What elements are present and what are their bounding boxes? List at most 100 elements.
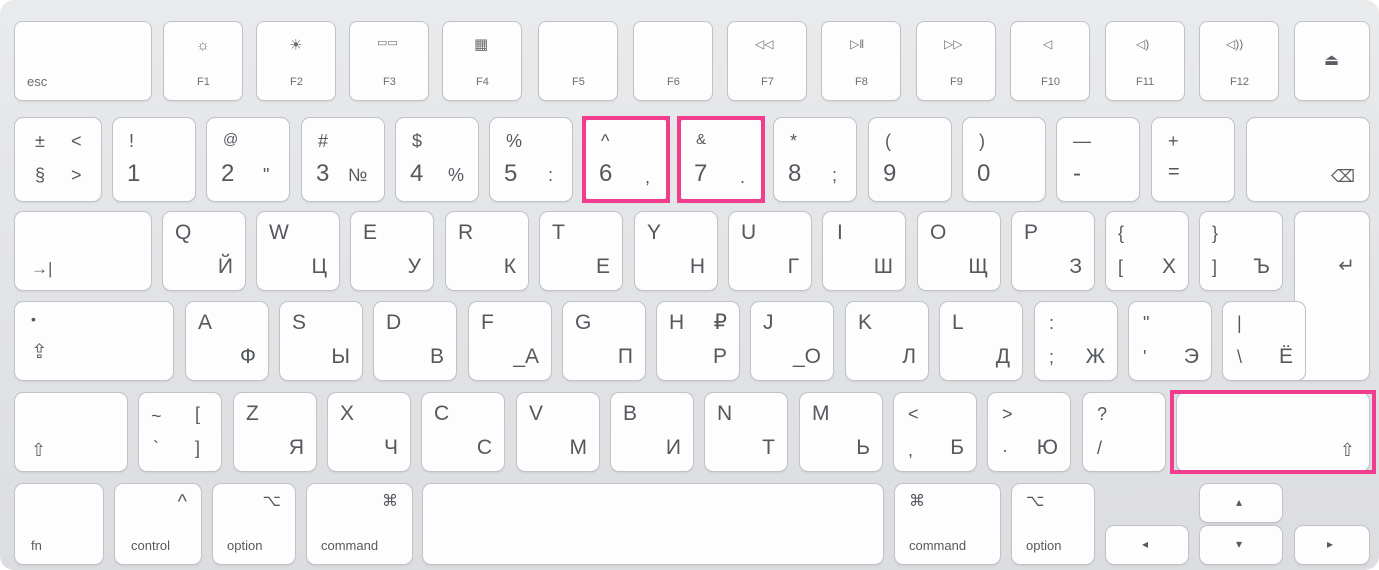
t-key[interactable]: T Е [540, 212, 622, 290]
mute-icon: ◁ [1043, 37, 1053, 51]
e-key-en: E [363, 221, 378, 244]
quote-key[interactable]: " ' Э [1129, 302, 1211, 380]
key-7[interactable]: & 7 . [680, 118, 762, 201]
u-key[interactable]: U Г [729, 212, 811, 290]
key-2[interactable]: @ 2 " [207, 118, 289, 201]
tab-key[interactable]: →| [15, 212, 151, 290]
w-key[interactable]: W Ц [257, 212, 339, 290]
z-key[interactable]: Z Я [234, 393, 316, 471]
fn-key[interactable]: fn [15, 484, 103, 564]
v-key[interactable]: V М [517, 393, 599, 471]
shift-icon: ⇧ [31, 440, 47, 460]
a-key-en: A [198, 311, 213, 334]
f3-key[interactable]: ▭▭ F3 [350, 22, 428, 100]
c-key[interactable]: C С [422, 393, 504, 471]
delete-key[interactable]: ⌫ [1247, 118, 1369, 201]
right-bracket-key[interactable]: } ] Ъ [1200, 212, 1282, 290]
key-2-main: 2 [221, 160, 235, 187]
backslash-key[interactable]: | \ Ё [1223, 302, 1305, 380]
equals-key[interactable]: + = [1152, 118, 1234, 201]
arrow-down-key[interactable]: ▾ [1200, 526, 1282, 564]
arrow-right-key[interactable]: ▸ [1295, 526, 1369, 564]
key-9[interactable]: ( 9 [869, 118, 951, 201]
h-key[interactable]: H ₽ Р [657, 302, 739, 380]
section-key[interactable]: ± < § > [15, 118, 101, 201]
m-key[interactable]: M Ь [800, 393, 882, 471]
k-key[interactable]: K Л [846, 302, 928, 380]
f12-key[interactable]: ◁)) F12 [1200, 22, 1278, 100]
key-3[interactable]: # 3 № [302, 118, 384, 201]
f2-key[interactable]: ☀ F2 [257, 22, 335, 100]
key-4-shift: $ [412, 131, 423, 151]
left-shift-key[interactable]: ⇧ [15, 393, 127, 471]
keyboard: esc ☼ F1 ☀ F2 ▭▭ F3 ▦ F4 F5 F6 ◁◁ F7 ▷ǁ [0, 0, 1379, 570]
comma-key-ru: Б [950, 436, 964, 459]
f4-key[interactable]: ▦ F4 [443, 22, 521, 100]
e-key[interactable]: E У [351, 212, 433, 290]
arrow-left-key[interactable]: ◂ [1106, 526, 1188, 564]
single-quote-char: ' [1143, 347, 1147, 367]
x-key[interactable]: X Ч [328, 393, 410, 471]
left-command-key[interactable]: ⌘ command [307, 484, 412, 564]
key-8[interactable]: * 8 ; [774, 118, 856, 201]
f6-key[interactable]: F6 [634, 22, 712, 100]
r-key[interactable]: R К [446, 212, 528, 290]
key-0[interactable]: ) 0 [963, 118, 1045, 201]
comma-key[interactable]: < , Б [894, 393, 976, 471]
arrow-up-key[interactable]: ▴ [1200, 484, 1282, 522]
l-key[interactable]: L Д [940, 302, 1022, 380]
f7-key[interactable]: ◁◁ F7 [728, 22, 806, 100]
caps-lock-key[interactable]: • ⇪ [15, 302, 173, 380]
d-key[interactable]: D В [374, 302, 456, 380]
f7-label: F7 [761, 76, 774, 88]
key-4[interactable]: $ 4 % [396, 118, 478, 201]
m-key-en: M [812, 402, 830, 425]
fast-forward-icon: ▷▷ [944, 37, 963, 51]
f5-key[interactable]: F5 [539, 22, 617, 100]
f9-key[interactable]: ▷▷ F9 [917, 22, 995, 100]
g-key[interactable]: G П [563, 302, 645, 380]
f-key[interactable]: F _А [469, 302, 551, 380]
d-key-ru: В [429, 345, 444, 368]
f11-key[interactable]: ◁) F11 [1106, 22, 1184, 100]
right-command-key[interactable]: ⌘ command [895, 484, 1000, 564]
key-0-shift: ) [979, 131, 985, 151]
key-5[interactable]: % 5 : [490, 118, 572, 201]
y-key-ru: Н [689, 255, 705, 278]
f1-key[interactable]: ☼ F1 [164, 22, 242, 100]
o-key[interactable]: O Щ [918, 212, 1000, 290]
f8-key[interactable]: ▷ǁ F8 [822, 22, 900, 100]
j-key[interactable]: J _О [751, 302, 833, 380]
semicolon-key[interactable]: : ; Ж [1035, 302, 1117, 380]
b-key[interactable]: B И [611, 393, 693, 471]
y-key[interactable]: Y Н [635, 212, 717, 290]
control-key[interactable]: ^ control [115, 484, 201, 564]
i-key[interactable]: I Ш [823, 212, 905, 290]
eject-key[interactable]: ⏏ [1295, 22, 1369, 100]
left-bracket-key[interactable]: { [ Х [1106, 212, 1188, 290]
f10-key[interactable]: ◁ F10 [1011, 22, 1089, 100]
slash-key[interactable]: ? / [1083, 393, 1165, 471]
period-key[interactable]: > · Ю [988, 393, 1070, 471]
right-shift-icon: ⇧ [1339, 440, 1355, 460]
esc-key[interactable]: esc [15, 22, 151, 100]
a-key[interactable]: A Ф [186, 302, 268, 380]
q-key[interactable]: Q Й [163, 212, 245, 290]
p-key[interactable]: P З [1012, 212, 1094, 290]
caps-lock-icon: ⇪ [31, 341, 48, 363]
right-option-key[interactable]: ⌥ option [1012, 484, 1094, 564]
plus-minus-char: ± [35, 131, 45, 151]
left-option-key[interactable]: ⌥ option [213, 484, 295, 564]
key-6[interactable]: ^ 6 , [585, 118, 667, 201]
right-shift-key[interactable]: ⇧ [1177, 393, 1369, 471]
return-key[interactable]: ↵ [1295, 212, 1369, 380]
key-6-shift: ^ [601, 131, 610, 151]
s-key[interactable]: S Ы [280, 302, 362, 380]
control-icon: ^ [177, 491, 187, 513]
left-command-label: command [321, 538, 379, 553]
space-bar[interactable] [423, 484, 883, 564]
n-key[interactable]: N Т [705, 393, 787, 471]
tilde-key[interactable]: ~ [ ` ] [139, 393, 221, 471]
key-1[interactable]: ! 1 [113, 118, 195, 201]
minus-key[interactable]: — - [1057, 118, 1139, 201]
